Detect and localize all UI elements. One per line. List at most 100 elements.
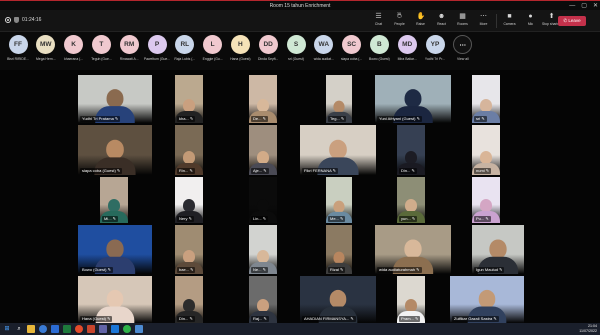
chrome-icon[interactable]: [75, 325, 83, 333]
participant-name-label: sri ✎: [474, 116, 487, 122]
video-tile[interactable]: Rin... ✎: [175, 125, 203, 175]
participant-avatar-item[interactable]: YP Yudhi Tri Pr...: [421, 35, 449, 61]
video-tile[interactable]: Yudhi Tri Pratama ✎: [78, 75, 152, 123]
participant-name: Dinda Seyft...: [258, 57, 279, 61]
avatar: MW: [36, 35, 56, 54]
react-button[interactable]: ☻ React: [431, 13, 452, 30]
toolbar-buttons: ☰ Chat ☺ People 38 ✋ Raise ☻ React ▦ Rooms ⋯ More ■ Ca…: [368, 12, 562, 30]
toolbar-button-label: Camera: [503, 22, 516, 26]
view-all-button[interactable]: ⋯ View all: [449, 35, 477, 61]
mic-button[interactable]: ● Mic: [520, 13, 541, 30]
participant-avatar-item[interactable]: Kkhaerana (...: [60, 35, 88, 61]
participant-avatar-item[interactable]: L Enggie (Gu...: [199, 35, 227, 61]
video-tile[interactable]: sri ✎: [472, 75, 500, 123]
video-tile[interactable]: Din... ✎: [175, 276, 203, 323]
camera-icon: ■: [507, 13, 512, 20]
video-tile[interactable]: Rizal ✎: [326, 225, 352, 274]
edge-icon[interactable]: [39, 325, 47, 333]
video-tile[interactable]: Igun Maulud ✎: [472, 225, 524, 274]
avatar: WA: [314, 35, 334, 54]
participant-avatar-item[interactable]: B Bowo (Guest): [365, 35, 393, 61]
more-button[interactable]: ⋯ More: [473, 13, 494, 30]
people-button[interactable]: ☺ People 38: [389, 12, 410, 30]
video-tile[interactable]: wida audiaturahmah ✎: [375, 225, 451, 274]
participant-avatar-item[interactable]: H Hana (Guest): [226, 35, 254, 61]
mic-muted-icon: ✎: [498, 267, 503, 272]
participant-name: AHADIAN FIRMANSYA...: [304, 316, 350, 321]
participant-avatar-item[interactable]: SC siapa coba (...: [338, 35, 366, 61]
video-tile[interactable]: Yuni Afriyani (Guest) ✎: [375, 75, 451, 123]
participant-avatar-item[interactable]: FF Bisri RIRIDE...: [4, 35, 32, 61]
participant-avatar-item[interactable]: DD Dinda Seyft...: [254, 35, 282, 61]
participant-name-label: bae... ✎: [177, 267, 196, 273]
whatsapp-icon[interactable]: [123, 325, 131, 333]
video-tile[interactable]: Lin... ✎: [249, 177, 277, 223]
video-tile[interactable]: Aje... ✎: [249, 125, 277, 175]
video-tile[interactable]: Zulfikar Gazali Sastra ✎: [450, 276, 524, 323]
video-tile[interactable]: Pram... ✎: [397, 276, 425, 323]
video-tile[interactable]: Bowo (Guest) ✎: [78, 225, 152, 274]
video-tile[interactable]: Ne... ✎: [249, 225, 277, 274]
video-tile[interactable]: Hana (Guest) ✎: [78, 276, 152, 323]
video-tile[interactable]: kha... ✎: [175, 75, 203, 123]
rooms-button[interactable]: ▦ Rooms: [452, 13, 473, 30]
camera-button[interactable]: ■ Camera: [499, 13, 520, 30]
outlook-icon[interactable]: [111, 325, 119, 333]
chat-button[interactable]: ☰ Chat: [368, 13, 389, 30]
video-tile[interactable]: Me... ✎: [326, 177, 352, 223]
video-tile[interactable]: Raj... ✎: [249, 276, 277, 323]
video-tile[interactable]: Nery ✎: [175, 177, 203, 223]
participant-avatar-item[interactable]: WA wida audiat...: [310, 35, 338, 61]
participant-name-label: De... ✎: [251, 116, 268, 122]
video-tile[interactable]: AHADIAN FIRMANSYA... ✎: [300, 276, 376, 323]
raise-button[interactable]: ✋ Raise: [410, 13, 431, 30]
taskbar-clock[interactable]: 21:04 11/07/2022: [579, 324, 597, 334]
avatar: L: [203, 35, 223, 54]
participant-avatar-item[interactable]: RL Raja Lubis (...: [171, 35, 199, 61]
leave-button[interactable]: ✆ Leave: [558, 16, 586, 26]
participant-avatar-item[interactable]: Ssri (Guest): [282, 35, 310, 61]
participant-name: Bowo (Guest): [369, 57, 390, 61]
participant-name-label: Zulfikar Gazali Sastra ✎: [452, 316, 499, 322]
search-icon[interactable]: ⌕: [15, 325, 23, 333]
participant-name-label: numi ✎: [474, 168, 492, 174]
video-tile[interactable]: Mi... ✎: [100, 177, 128, 223]
video-tile[interactable]: Teg... ✎: [326, 75, 352, 123]
video-tile[interactable]: yun... ✎: [397, 177, 425, 223]
video-tile[interactable]: Fikri FERNANA ✎: [300, 125, 376, 175]
participant-avatar-item[interactable]: T Teguh (Gue...: [87, 35, 115, 61]
video-tile[interactable]: Din... ✎: [397, 125, 425, 175]
clock-date: 11/07/2022: [579, 329, 597, 333]
excel-icon[interactable]: [63, 325, 71, 333]
chat-icon: ☰: [375, 13, 382, 20]
mic-muted-icon: ✎: [261, 116, 266, 121]
teams-icon[interactable]: [99, 325, 107, 333]
participant-name-label: Bowo (Guest) ✎: [80, 267, 113, 273]
participant-name: siapa coba (Guest): [82, 168, 116, 173]
word-icon[interactable]: [51, 325, 59, 333]
video-tile[interactable]: numi ✎: [472, 125, 500, 175]
participant-name-label: Pu... ✎: [474, 216, 491, 222]
participant-avatar-item[interactable]: RM Rinawati A...: [115, 35, 143, 61]
video-tile[interactable]: Pu... ✎: [472, 177, 500, 223]
toolbar-button-label: Rooms: [457, 22, 468, 26]
head-shape: [404, 89, 422, 108]
participant-avatar-item[interactable]: P Paweltum (Gue...: [143, 35, 171, 61]
head-shape: [489, 239, 507, 259]
mic-muted-icon: ✎: [339, 116, 345, 121]
participant-name: Mira Batiar...: [397, 57, 417, 61]
video-tile[interactable]: siapa coba (Guest) ✎: [78, 125, 152, 175]
participant-name: numi: [476, 168, 485, 173]
folder-icon[interactable]: [27, 325, 35, 333]
zoom-icon[interactable]: [135, 325, 143, 333]
participant-name-label: Raj... ✎: [251, 316, 269, 322]
participant-avatar-item[interactable]: MD Mira Batiar...: [393, 35, 421, 61]
video-tile[interactable]: bae... ✎: [175, 225, 203, 274]
toolbar-separator: [496, 14, 497, 28]
windows-start-icon[interactable]: ⊞: [3, 325, 11, 333]
avatar: SC: [342, 35, 362, 54]
participant-avatar-item[interactable]: MW Mega Hern...: [32, 35, 60, 61]
participant-name: Pram...: [401, 316, 414, 321]
powerpoint-icon[interactable]: [87, 325, 95, 333]
video-tile[interactable]: De... ✎: [249, 75, 277, 123]
